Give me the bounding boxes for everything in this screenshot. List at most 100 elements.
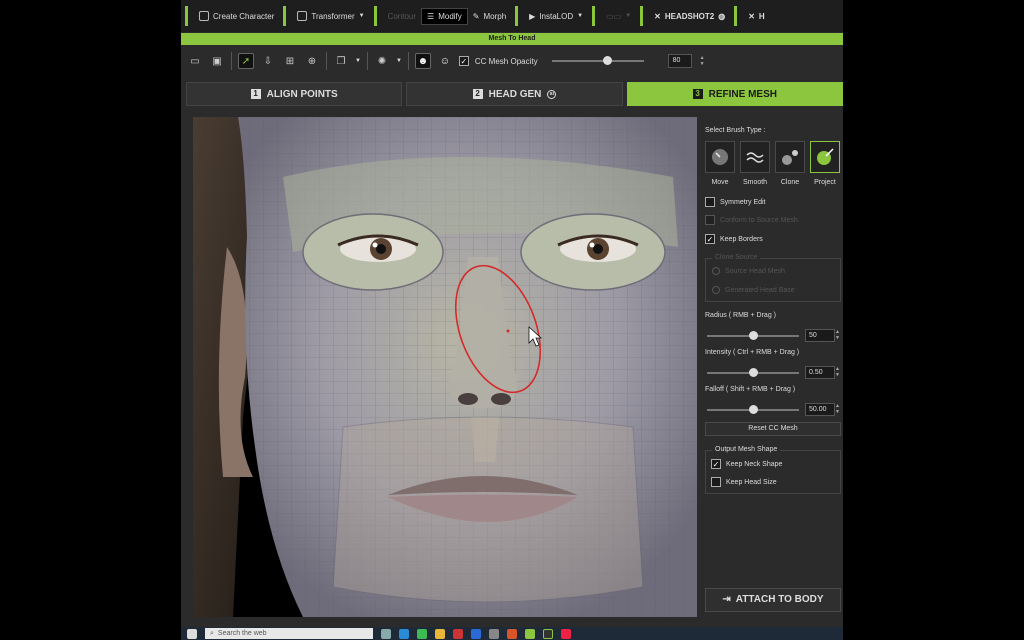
app-icon[interactable] bbox=[543, 628, 553, 639]
intensity-slider[interactable] bbox=[707, 368, 799, 377]
spinner-arrows-icon[interactable]: ▲ ▼ bbox=[835, 329, 840, 341]
transformer-button[interactable]: Transformer ▼ bbox=[292, 8, 369, 24]
transform-icon bbox=[297, 11, 308, 21]
cc-mesh-opacity-checkbox[interactable]: ✓ bbox=[458, 56, 469, 66]
cc-mesh-opacity-slider[interactable] bbox=[551, 56, 644, 65]
keep-borders-option[interactable]: ✓ Keep Borders bbox=[705, 234, 763, 244]
chevron-down-icon[interactable]: ▼ bbox=[355, 58, 361, 64]
play-icon: ▶ bbox=[529, 11, 536, 21]
smooth-brush-icon bbox=[746, 152, 764, 163]
keep-neck-option[interactable]: ✓ Keep Neck Shape bbox=[711, 459, 782, 469]
intensity-label: Intensity ( Ctrl + RMB + Drag ) bbox=[705, 349, 800, 356]
smooth-brush-button[interactable] bbox=[740, 141, 770, 173]
headshot2-label: HEADSHOT2 bbox=[664, 11, 715, 21]
output-mesh-group: Output Mesh Shape ✓ Keep Neck Shape Keep… bbox=[705, 446, 841, 494]
create-character-button[interactable]: Create Character bbox=[194, 8, 279, 24]
app-icon[interactable] bbox=[471, 628, 481, 639]
app-icon[interactable] bbox=[453, 628, 463, 639]
conform-option[interactable]: Conform to Source Mesh bbox=[705, 215, 798, 225]
chevron-down-icon: ▼ bbox=[358, 13, 365, 19]
open-folder-icon[interactable]: ▭ bbox=[187, 53, 203, 69]
spinner-arrows-icon[interactable]: ▲ ▼ bbox=[700, 55, 705, 67]
keep-head-label: Keep Head Size bbox=[726, 478, 777, 486]
create-character-label: Create Character bbox=[213, 11, 275, 21]
windows-start-icon[interactable] bbox=[187, 628, 197, 639]
app-icon[interactable] bbox=[525, 628, 535, 639]
tab-align-points[interactable]: 1 ALIGN POINTS bbox=[186, 82, 403, 106]
add-point-icon[interactable]: ⊞ bbox=[282, 53, 298, 69]
search-placeholder: Search the web bbox=[217, 630, 267, 637]
chrome-icon[interactable] bbox=[417, 628, 427, 639]
symmetry-edit-checkbox[interactable] bbox=[705, 197, 715, 207]
light-icon[interactable]: ✺ bbox=[374, 53, 390, 69]
3d-viewport[interactable] bbox=[193, 117, 697, 617]
shaded-head-icon[interactable]: ☺ bbox=[437, 53, 453, 69]
browser-icon[interactable] bbox=[399, 628, 409, 639]
cc-mesh-opacity-input[interactable]: 80 bbox=[667, 54, 692, 68]
reset-cc-mesh-button[interactable]: Reset CC Mesh bbox=[705, 422, 841, 436]
radius-slider[interactable] bbox=[707, 331, 799, 340]
clone-source-option-2[interactable]: Generated Head Base bbox=[712, 286, 795, 294]
keep-borders-checkbox[interactable]: ✓ bbox=[705, 234, 715, 244]
conform-checkbox[interactable] bbox=[705, 215, 715, 225]
attach-to-body-button[interactable]: ⇥ ATTACH TO BODY bbox=[705, 588, 841, 612]
chevron-down-icon: ▼ bbox=[577, 13, 584, 19]
slider-thumb[interactable] bbox=[602, 56, 612, 65]
main-toolbar: Create Character Transformer ▼ Contour ☰… bbox=[181, 0, 843, 32]
project-brush-button[interactable] bbox=[810, 141, 840, 173]
target-icon[interactable]: ⊕ bbox=[304, 53, 320, 69]
toolbar-separator bbox=[283, 6, 287, 26]
select-arrow-icon[interactable]: ➚ bbox=[238, 53, 254, 69]
taskbar-search[interactable]: ⌕ Search the web bbox=[205, 628, 373, 639]
save-icon[interactable]: ▣ bbox=[209, 53, 225, 69]
app-icon[interactable] bbox=[561, 628, 571, 639]
import-icon[interactable]: ⇩ bbox=[260, 53, 276, 69]
task-view-icon[interactable] bbox=[381, 628, 391, 639]
falloff-slider[interactable] bbox=[707, 405, 799, 414]
brush-center bbox=[506, 329, 510, 333]
radio-button[interactable] bbox=[712, 286, 720, 294]
grid-icon bbox=[199, 11, 209, 21]
app-icon[interactable] bbox=[507, 628, 517, 639]
folder-icon[interactable] bbox=[435, 628, 445, 639]
chevron-down-icon[interactable]: ▼ bbox=[396, 58, 402, 64]
slider-thumb[interactable] bbox=[749, 405, 758, 414]
keep-neck-checkbox[interactable]: ✓ bbox=[711, 459, 721, 469]
symmetry-edit-option[interactable]: Symmetry Edit bbox=[705, 197, 766, 207]
modify-button[interactable]: ☰ Modify bbox=[421, 7, 468, 25]
ai-badge-icon: ai bbox=[547, 89, 557, 99]
layers-icon[interactable]: ❐ bbox=[333, 53, 349, 69]
wireframe-head-icon[interactable]: ☻ bbox=[414, 53, 431, 69]
spinner-arrows-icon[interactable]: ▲ ▼ bbox=[835, 366, 840, 378]
window-title: Mesh To Head bbox=[181, 33, 843, 45]
move-brush-button[interactable] bbox=[705, 141, 735, 173]
morph-button[interactable]: ✎ Morph bbox=[468, 9, 511, 24]
contour-button[interactable]: Contour bbox=[383, 9, 421, 24]
tab-refine-mesh[interactable]: 3 REFINE MESH bbox=[626, 82, 843, 106]
headshot2-button[interactable]: ✕ HEADSHOT2 ◍ bbox=[649, 9, 730, 24]
clone-brush-icon bbox=[782, 150, 798, 165]
clone-brush-label: Clone bbox=[780, 179, 800, 186]
falloff-input[interactable]: 50.00 bbox=[805, 403, 835, 416]
instalod-button[interactable]: ▶ InstaLOD ▼ bbox=[524, 9, 588, 24]
tab-head-gen[interactable]: 2 HEAD GEN ai bbox=[406, 82, 623, 106]
disabled-plugin-button[interactable]: ▭▭ ▼ bbox=[601, 9, 636, 24]
intensity-input[interactable]: 0.50 bbox=[805, 366, 835, 379]
clone-source-option-2-label: Generated Head Base bbox=[725, 286, 795, 294]
headshot-extra-button[interactable]: ✕ H bbox=[743, 9, 769, 24]
slider-thumb[interactable] bbox=[749, 368, 758, 377]
divider bbox=[231, 52, 232, 70]
app-icon[interactable] bbox=[489, 628, 499, 639]
keep-head-checkbox[interactable] bbox=[711, 477, 721, 487]
morph-icon: ✎ bbox=[472, 11, 480, 21]
slider-thumb[interactable] bbox=[749, 331, 758, 340]
divider bbox=[326, 52, 327, 70]
radio-button[interactable] bbox=[712, 267, 720, 275]
spinner-arrows-icon[interactable]: ▲ ▼ bbox=[835, 403, 840, 415]
radius-input[interactable]: 50 bbox=[805, 329, 835, 342]
plugin-icon: ▭▭ bbox=[606, 11, 622, 21]
toolbar-separator bbox=[592, 6, 596, 26]
clone-source-option-1[interactable]: Source Head Mesh bbox=[712, 267, 785, 275]
keep-head-option[interactable]: Keep Head Size bbox=[711, 477, 777, 487]
clone-brush-button[interactable] bbox=[775, 141, 805, 173]
